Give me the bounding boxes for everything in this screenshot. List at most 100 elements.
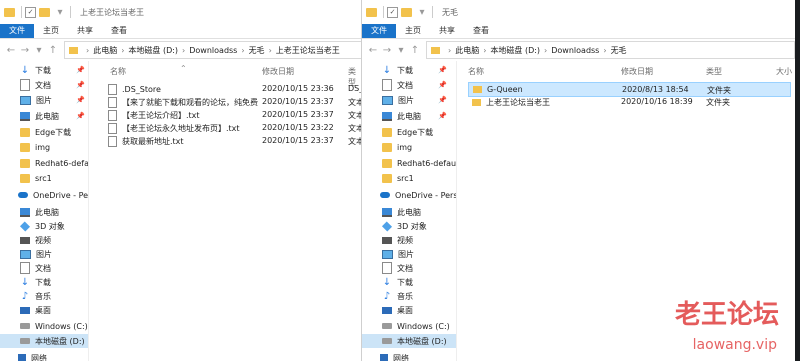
file-type: DS_	[348, 84, 362, 93]
nav-item-label: 本地磁盘 (D:)	[397, 336, 447, 346]
nav-item[interactable]: 图片 📌	[362, 93, 456, 107]
nav-item[interactable]: 此电脑	[0, 205, 88, 219]
breadcrumb-separator: ›	[603, 45, 607, 55]
nav-item[interactable]: 本地磁盘 (D:)	[362, 334, 456, 348]
tab-share[interactable]: 共享	[430, 24, 464, 38]
checkbox-icon[interactable]: ✓	[387, 6, 398, 18]
nav-item[interactable]: 文档 📌	[362, 78, 456, 92]
nav-item[interactable]: Windows (C:)	[0, 319, 88, 333]
checkbox-icon[interactable]: ✓	[25, 6, 36, 18]
nav-item[interactable]: 文档	[0, 261, 88, 275]
nav-item[interactable]: 此电脑	[362, 205, 456, 219]
chevron-down-icon[interactable]: ▾	[415, 7, 429, 18]
file-row[interactable]: .DS_Store 2020/10/15 23:36 DS_	[102, 82, 362, 95]
folder-icon[interactable]	[39, 7, 50, 17]
breadcrumb-item[interactable]: 无毛	[249, 45, 265, 56]
column-header-date[interactable]: 修改日期	[621, 66, 653, 77]
nav-item[interactable]: 图片	[362, 247, 456, 261]
breadcrumb-item[interactable]: Downloadss	[551, 46, 599, 55]
breadcrumb-item[interactable]: 无毛	[611, 45, 627, 56]
nav-item[interactable]: OneDrive - Persc	[362, 188, 456, 202]
nav-item[interactable]: 本地磁盘 (D:)	[0, 334, 88, 348]
nav-item[interactable]: 图片 📌	[0, 93, 88, 107]
nav-item[interactable]: 网络	[0, 351, 88, 361]
nav-item[interactable]: Edge下载	[362, 125, 456, 139]
nav-item[interactable]: img	[362, 140, 456, 154]
up-arrow-icon[interactable]: ↑	[408, 45, 422, 56]
breadcrumb-item[interactable]: 此电脑	[93, 45, 117, 56]
file-type: 文本	[348, 98, 362, 107]
breadcrumb-item[interactable]: Downloadss	[189, 46, 237, 55]
breadcrumb-item[interactable]: 本地磁盘 (D:)	[490, 45, 540, 56]
chevron-down-icon[interactable]: ▾	[53, 7, 67, 18]
recent-dropdown-icon[interactable]: ▾	[32, 45, 46, 56]
address-bar[interactable]: › 此电脑 › 本地磁盘 (D:) › Downloadss › 无毛 › 上老…	[64, 41, 362, 59]
column-header-date[interactable]: 修改日期	[262, 66, 294, 77]
nav-item[interactable]: ↓ 下载	[362, 275, 456, 289]
tab-view[interactable]: 查看	[464, 24, 498, 38]
breadcrumb-item[interactable]: 上老王论坛当老王	[276, 45, 340, 56]
folder-row[interactable]: 上老王论坛当老王 2020/10/16 18:39 文件夹	[468, 95, 791, 108]
file-row[interactable]: 获取最新地址.txt 2020/10/15 23:37 文本	[102, 134, 362, 147]
column-header-size[interactable]: 大小	[776, 66, 792, 77]
nav-item[interactable]: Redhat6-defaul	[362, 156, 456, 170]
file-name: .DS_Store	[122, 85, 161, 94]
nav-item[interactable]: 视频	[362, 233, 456, 247]
nav-item-label: img	[35, 142, 51, 152]
file-row[interactable]: 【老王论坛介绍】.txt 2020/10/15 23:37 文本	[102, 108, 362, 121]
nav-item[interactable]: img	[0, 140, 88, 154]
file-row[interactable]: 【老王论坛永久地址发布页】.txt 2020/10/15 23:22 文本	[102, 121, 362, 134]
nav-item[interactable]: 桌面	[362, 303, 456, 317]
column-header-name[interactable]: 名称	[468, 66, 484, 77]
back-arrow-icon[interactable]: ←	[366, 45, 380, 56]
forward-arrow-icon[interactable]: →	[380, 45, 394, 56]
nav-item[interactable]: 此电脑 📌	[362, 109, 456, 123]
nav-item[interactable]: 网络	[362, 351, 456, 361]
back-arrow-icon[interactable]: ←	[4, 45, 18, 56]
nav-item[interactable]: 此电脑 📌	[0, 109, 88, 123]
nav-item[interactable]: Redhat6-defau	[0, 156, 88, 170]
folder-date: 2020/10/16 18:39	[621, 97, 693, 106]
nav-item[interactable]: ♪ 音乐	[0, 289, 88, 303]
nav-item[interactable]: src1	[0, 171, 88, 185]
nav-item[interactable]: Edge下载	[0, 125, 88, 139]
pin-icon: 📌	[76, 96, 85, 104]
tab-home[interactable]: 主页	[34, 24, 68, 38]
breadcrumb-item[interactable]: 本地磁盘 (D:)	[128, 45, 178, 56]
folder-icon[interactable]	[401, 7, 412, 17]
tab-file[interactable]: 文件	[0, 24, 34, 38]
picture-icon	[20, 249, 31, 259]
column-header-name[interactable]: 名称	[110, 66, 126, 77]
nav-item[interactable]: ↓ 下载	[0, 275, 88, 289]
computer-icon	[382, 207, 392, 217]
nav-item[interactable]: OneDrive - Persc	[0, 188, 88, 202]
nav-item[interactable]: ♪ 音乐	[362, 289, 456, 303]
text-file-icon	[108, 123, 117, 134]
breadcrumb-separator: ›	[121, 45, 125, 55]
column-header-type[interactable]: 类型	[706, 66, 722, 77]
recent-dropdown-icon[interactable]: ▾	[394, 45, 408, 56]
forward-arrow-icon[interactable]: →	[18, 45, 32, 56]
address-bar[interactable]: › 此电脑 › 本地磁盘 (D:) › Downloadss › 无毛	[426, 41, 795, 59]
nav-item[interactable]: 文档 📌	[0, 78, 88, 92]
nav-item[interactable]: 文档	[362, 261, 456, 275]
nav-item[interactable]: 视频	[0, 233, 88, 247]
nav-item[interactable]: src1	[362, 171, 456, 185]
tab-share[interactable]: 共享	[68, 24, 102, 38]
desktop-icon	[20, 306, 30, 314]
nav-item[interactable]: Windows (C:)	[362, 319, 456, 333]
file-row[interactable]: 【来了就能下载和观看的论坛，纯免费！... 2020/10/15 23:37 文本	[102, 95, 362, 108]
tab-home[interactable]: 主页	[396, 24, 430, 38]
up-arrow-icon[interactable]: ↑	[46, 45, 60, 56]
nav-item[interactable]: 3D 对象	[362, 219, 456, 233]
nav-item[interactable]: ↓ 下载 📌	[0, 63, 88, 77]
tab-file[interactable]: 文件	[362, 24, 396, 38]
breadcrumb-item[interactable]: 此电脑	[455, 45, 479, 56]
nav-item-label: 网络	[393, 353, 409, 361]
nav-item[interactable]: 桌面	[0, 303, 88, 317]
nav-item[interactable]: 图片	[0, 247, 88, 261]
navigation-pane: ↓ 下载 📌 文档 📌 图片 📌 此电脑 📌 Edge下载 img Redhat6-defau src1…	[0, 61, 89, 361]
nav-item[interactable]: 3D 对象	[0, 219, 88, 233]
tab-view[interactable]: 查看	[102, 24, 136, 38]
nav-item[interactable]: ↓ 下载 📌	[362, 63, 456, 77]
